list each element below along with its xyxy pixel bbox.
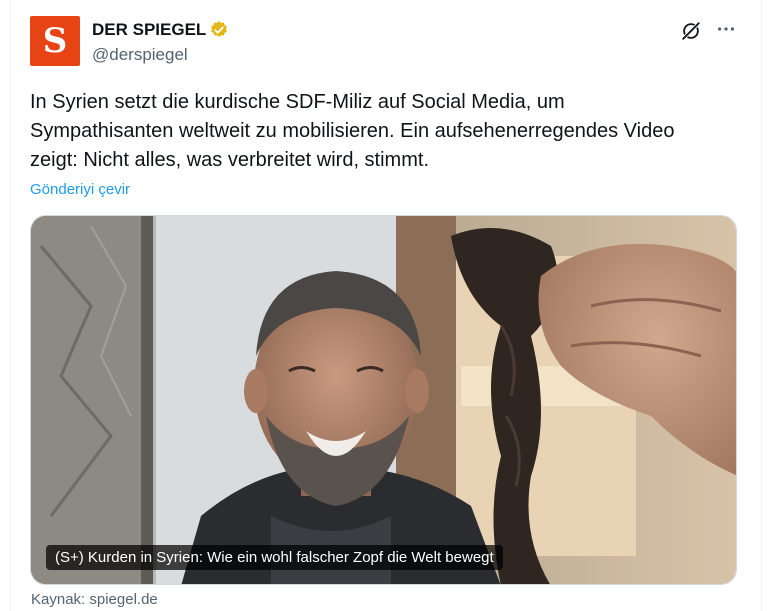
link-card-image[interactable]: (S+) Kurden in Syrien: Wie ein wohl fals… xyxy=(30,215,737,585)
grok-icon[interactable] xyxy=(680,20,702,42)
avatar[interactable]: S xyxy=(30,16,80,66)
account-name[interactable]: DER SPIEGEL xyxy=(92,20,206,40)
link-source[interactable]: Kaynak: spiegel.de xyxy=(31,591,158,608)
video-still-image xyxy=(31,216,736,584)
translate-post-link[interactable]: Gönderiyi çevir xyxy=(30,181,130,198)
tweet-text: In Syrien setzt die kurdische SDF-Miliz … xyxy=(30,91,675,171)
avatar-letter: S xyxy=(42,21,68,61)
account-handle[interactable]: @derspiegel xyxy=(92,45,188,65)
link-card-caption[interactable]: (S+) Kurden in Syrien: Wie ein wohl fals… xyxy=(46,545,503,570)
more-options-icon[interactable] xyxy=(715,18,737,40)
verified-badge-icon xyxy=(209,20,229,40)
